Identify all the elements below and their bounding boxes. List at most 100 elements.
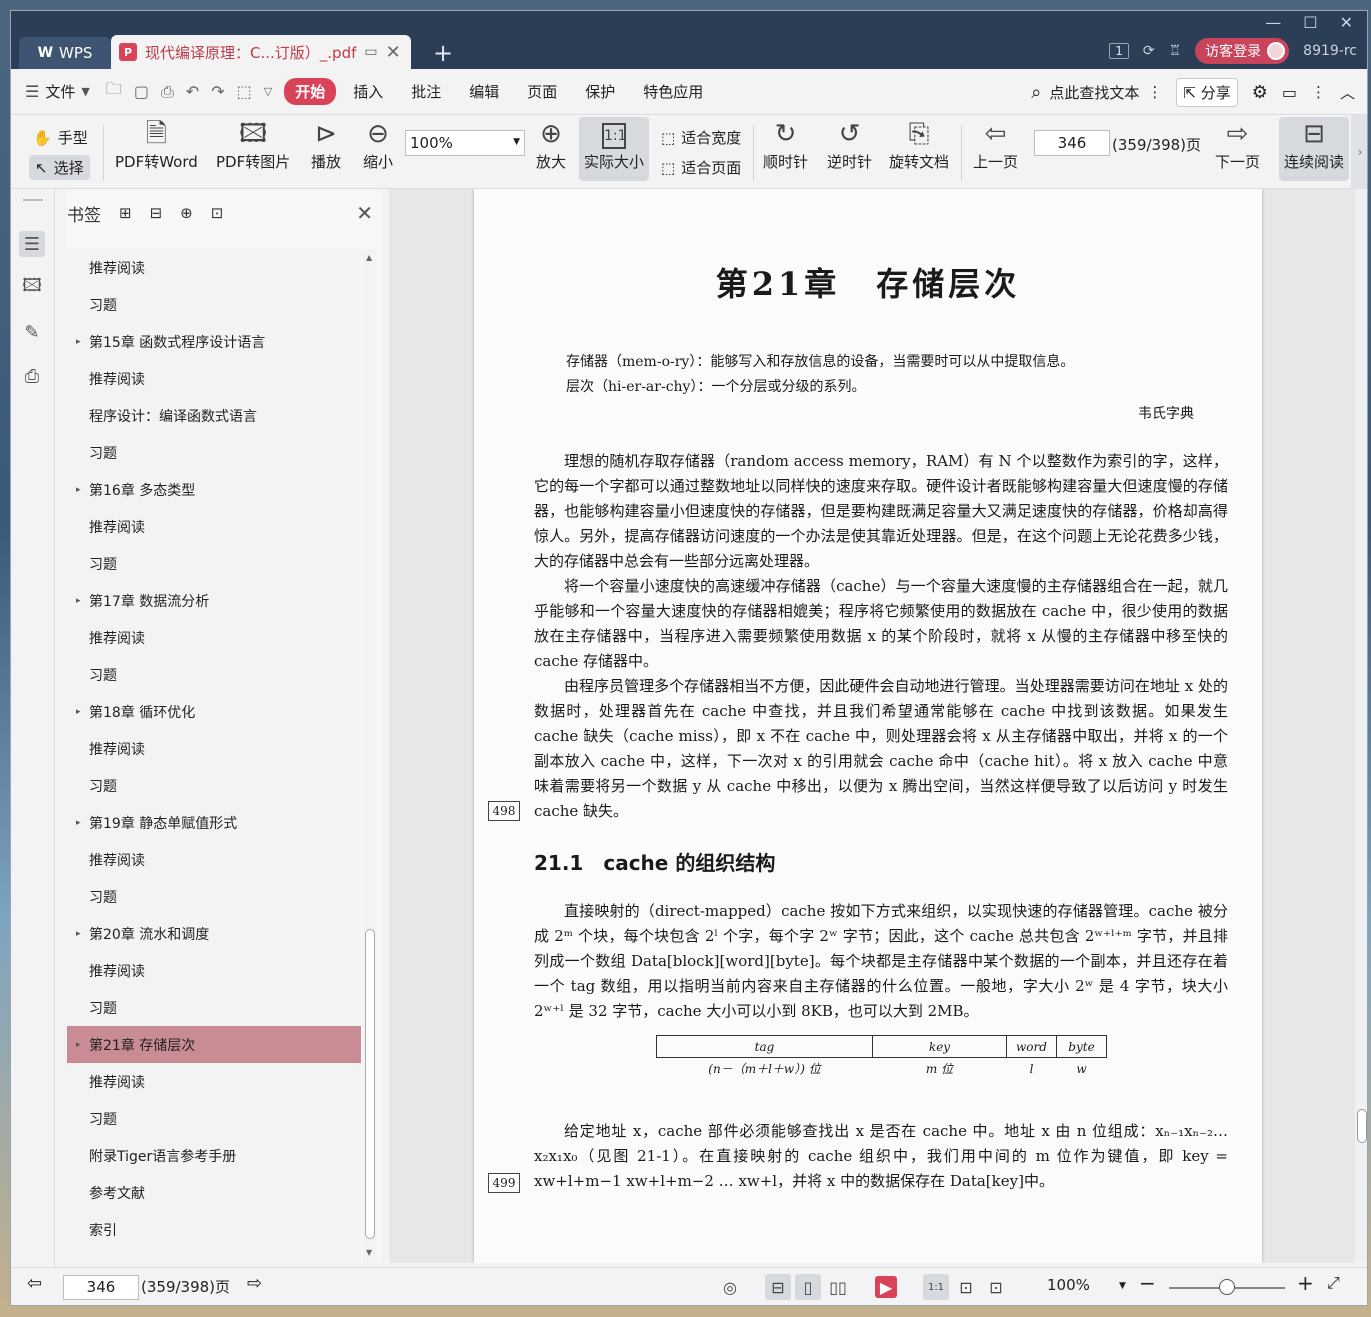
expand-arrow-icon[interactable]: ▸ (76, 485, 81, 495)
two-page-icon[interactable]: ▯▯ (825, 1274, 851, 1300)
monitor-icon[interactable]: ▭ (364, 44, 377, 60)
rotate-counterclockwise-button[interactable]: ↺ 逆时针 (827, 117, 872, 172)
status-next-page-icon[interactable]: ⇨ (247, 1273, 262, 1294)
skin-icon[interactable]: ♖ (1169, 43, 1182, 59)
fit-width-button[interactable]: ⬚ 适合宽度 (661, 127, 741, 148)
minimize-icon[interactable]: — (1265, 13, 1281, 32)
bookmark-chapter-item[interactable]: ▸ 第18章 循环优化 (67, 693, 361, 730)
zoom-in-icon[interactable]: + (1297, 1271, 1314, 1295)
tab-features[interactable]: 特色应用 (632, 78, 714, 105)
bookmark-item[interactable]: 推荐阅读 (67, 619, 361, 656)
sync-icon[interactable]: ⟳ (1143, 43, 1155, 59)
play-icon[interactable]: ▶ (875, 1276, 897, 1298)
gear-icon[interactable]: ⚙ (1252, 82, 1268, 103)
next-page-button[interactable]: ⇨ 下一页 (1215, 117, 1260, 172)
toolbar-scroll-right[interactable]: › (1351, 115, 1367, 189)
scroll-up-icon[interactable]: ▲ (366, 253, 372, 262)
bookmark-item[interactable]: 附录Tiger语言参考手册 (67, 1137, 361, 1174)
redo-icon[interactable]: ↷ (211, 82, 224, 101)
chevron-down-icon[interactable]: ▼ (1119, 1281, 1126, 1291)
tab-annotate[interactable]: 批注 (400, 78, 452, 105)
undo-icon[interactable]: ↶ (186, 82, 199, 101)
attachment-icon[interactable]: ⎙ (19, 363, 45, 389)
bookmark-chapter-item[interactable]: ▸ 第15章 函数式程序设计语言 (67, 323, 361, 360)
tab-protect[interactable]: 保护 (574, 78, 626, 105)
scroll-down-icon[interactable]: ▼ (366, 1248, 372, 1257)
bookmark-item[interactable]: 习题 (67, 1100, 361, 1137)
tab-edit[interactable]: 编辑 (458, 78, 510, 105)
open-folder-icon[interactable]: 🗀 (106, 78, 122, 105)
document-viewport[interactable]: 第21章 存储层次 存储器（mem-o-ry）：能够写入和存放信息的设备，当需要… (389, 189, 1355, 1263)
maximize-icon[interactable]: ☐ (1303, 13, 1317, 32)
zoom-slider[interactable] (1169, 1279, 1285, 1295)
fit-width-icon[interactable]: ⊡ (983, 1274, 1009, 1300)
bookmark-item[interactable]: 习题 (67, 545, 361, 582)
login-button[interactable]: 访客登录 (1195, 38, 1290, 64)
bookmark-chapter-item[interactable]: ▸ 第19章 静态单赋值形式 (67, 804, 361, 841)
fit-page-button[interactable]: ⬚ 适合页面 (661, 157, 741, 178)
status-prev-page-icon[interactable]: ⇦ (27, 1273, 42, 1294)
add-bookmark-icon[interactable]: ⊕ (180, 204, 193, 222)
actual-size-button[interactable]: 1:1 实际大小 (579, 117, 649, 181)
expand-arrow-icon[interactable]: ▸ (76, 596, 81, 606)
tab-insert[interactable]: 插入 (342, 78, 394, 105)
new-tab-icon[interactable]: + (433, 39, 453, 67)
single-page-icon[interactable]: ▯ (795, 1274, 821, 1300)
continuous-view-icon[interactable]: ⊟ (765, 1274, 791, 1300)
expand-arrow-icon[interactable]: ▸ (76, 1040, 81, 1050)
bookmark-item[interactable]: 习题 (67, 286, 361, 323)
window-count-badge[interactable]: 1 (1109, 43, 1129, 59)
pdf-to-image-button[interactable]: 🖾 PDF转图片 (216, 117, 290, 172)
zoom-in-button[interactable]: ⊕ 放大 (536, 117, 566, 172)
expand-arrow-icon[interactable]: ▸ (76, 818, 81, 828)
bookmark-item[interactable]: 习题 (67, 989, 361, 1026)
bookmark-scrollbar[interactable]: ▲ ▼ (363, 249, 377, 1263)
pdf-to-word-button[interactable]: 🗎 PDF转Word (115, 117, 198, 172)
thumbnail-icon[interactable]: 🖾 (19, 275, 45, 301)
bookmark-item[interactable]: 习题 (67, 878, 361, 915)
select-tool-button[interactable]: ↖ 选择 (29, 155, 90, 180)
bookmark-item[interactable]: 推荐阅读 (67, 841, 361, 878)
save-icon[interactable]: ▢ (134, 82, 149, 101)
bookmark-chapter-item[interactable]: ▸ 第17章 数据流分析 (67, 582, 361, 619)
hand-tool-button[interactable]: ✋ 手型 (33, 127, 88, 148)
status-zoom-value[interactable]: 100% (1047, 1276, 1090, 1294)
annotation-icon[interactable]: ✎ (19, 319, 45, 345)
collapse-all-icon[interactable]: ⊟ (150, 204, 163, 222)
document-tab[interactable]: P 现代编译原理：C...订版）_.pdf ▭ ✕ (111, 35, 411, 69)
page-number-input[interactable]: 346 (1034, 130, 1110, 156)
close-tab-icon[interactable]: ✕ (386, 42, 401, 63)
bookmark-item[interactable]: 习题 (67, 434, 361, 471)
more-icon[interactable]: ⋮ (1311, 83, 1326, 101)
continuous-read-button[interactable]: ⊟ 连续阅读 (1279, 117, 1349, 181)
bookmark-item[interactable]: 程序设计：编译函数式语言 (67, 397, 361, 434)
eye-care-icon[interactable]: ◎ (717, 1274, 743, 1300)
bookmark-item[interactable]: 推荐阅读 (67, 508, 361, 545)
file-menu[interactable]: ☰ 文件 ▼ (25, 81, 90, 102)
zoom-slider-knob[interactable] (1219, 1279, 1235, 1295)
bookmark-item[interactable]: 推荐阅读 (67, 1063, 361, 1100)
expand-arrow-icon[interactable]: ▸ (76, 929, 81, 939)
close-window-icon[interactable]: ✕ (1340, 13, 1353, 32)
expand-arrow-icon[interactable]: ▸ (76, 707, 81, 717)
bookmark-chapter-item[interactable]: ▸ 第16章 多态类型 (67, 471, 361, 508)
fit-page-icon[interactable]: ⊡ (953, 1274, 979, 1300)
collapse-ribbon-icon[interactable]: ︿ (1340, 82, 1355, 103)
rotate-clockwise-button[interactable]: ↻ 顺时针 (763, 117, 808, 172)
zoom-out-icon[interactable]: − (1139, 1271, 1156, 1295)
bookmark-item[interactable]: 推荐阅读 (67, 952, 361, 989)
status-page-input[interactable]: 346 (63, 1275, 139, 1300)
expand-arrow-icon[interactable]: ▸ (76, 337, 81, 347)
expand-all-icon[interactable]: ⊞ (119, 204, 132, 222)
comment-icon[interactable]: ▭ (1282, 83, 1297, 102)
bookmark-item[interactable]: 推荐阅读 (67, 249, 361, 286)
rotate-document-button[interactable]: ⎘ 旋转文档 (889, 117, 949, 172)
bookmark-item[interactable]: 习题 (67, 656, 361, 693)
bookmark-chapter-item[interactable]: ▸ 第20章 流水和调度 (67, 915, 361, 952)
tab-start[interactable]: 开始 (284, 78, 337, 105)
bookmark-chapter-item[interactable]: ▸ 第21章 存储层次 (67, 1026, 361, 1063)
play-button[interactable]: ⊳ 播放 (311, 117, 341, 172)
close-icon[interactable]: ✕ (356, 201, 373, 225)
bookmark-item[interactable]: 推荐阅读 (67, 730, 361, 767)
prev-page-button[interactable]: ⇦ 上一页 (973, 117, 1018, 172)
